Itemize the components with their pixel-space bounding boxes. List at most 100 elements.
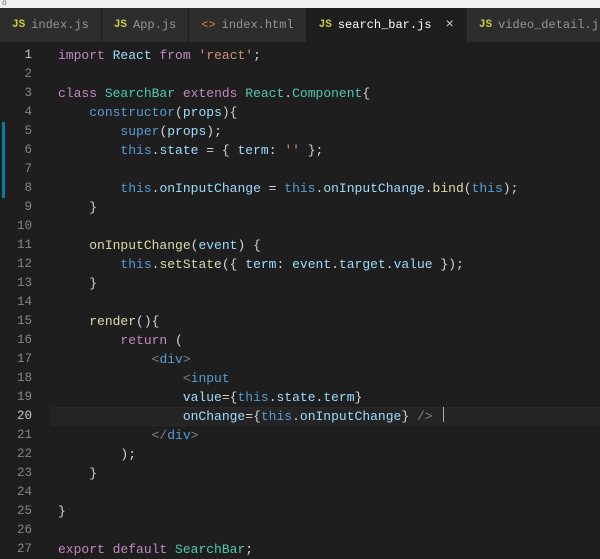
token: .	[284, 86, 292, 101]
token: ;	[245, 542, 253, 557]
code-line[interactable]: onInputChange(event) {	[58, 236, 600, 255]
code-line[interactable]	[58, 160, 600, 179]
token: }	[58, 466, 97, 481]
token: .	[292, 409, 300, 424]
tab-App-js[interactable]: JSApp.js	[102, 8, 189, 42]
code-line[interactable]: </div>	[58, 426, 600, 445]
code-line[interactable]: constructor(props){	[58, 103, 600, 122]
code-line[interactable]: }	[58, 502, 600, 521]
token	[105, 48, 113, 63]
token: </	[152, 428, 168, 443]
token: .	[386, 257, 394, 272]
token: state	[159, 143, 198, 158]
tab-bar: JSindex.jsJSApp.js<>index.htmlJSsearch_b…	[0, 8, 600, 42]
line-number: 4	[0, 103, 32, 122]
token: = {	[198, 143, 237, 158]
code-line[interactable]: import React from 'react';	[58, 46, 600, 65]
token: class	[58, 86, 97, 101]
token: term	[323, 390, 354, 405]
token: .	[331, 257, 339, 272]
token	[58, 105, 89, 120]
tab-label: App.js	[133, 18, 176, 32]
token	[284, 257, 292, 272]
close-icon[interactable]: ×	[445, 18, 453, 32]
token: Component	[292, 86, 362, 101]
token: div	[159, 352, 182, 367]
token: onChange	[183, 409, 245, 424]
token: SearchBar	[105, 86, 175, 101]
line-number: 26	[0, 521, 32, 540]
code-line[interactable]: export default SearchBar;	[58, 540, 600, 559]
token	[58, 181, 120, 196]
line-number: 15	[0, 312, 32, 331]
text-cursor	[443, 407, 444, 422]
token: ;	[253, 48, 261, 63]
tab-index-html[interactable]: <>index.html	[189, 8, 306, 42]
token	[175, 86, 183, 101]
line-number: 16	[0, 331, 32, 350]
token	[409, 409, 417, 424]
token: this	[261, 409, 292, 424]
code-line[interactable]: this.state = { term: '' };	[58, 141, 600, 160]
tab-label: index.js	[31, 18, 89, 32]
token: extends	[183, 86, 238, 101]
token: .	[425, 181, 433, 196]
code-line[interactable]	[58, 483, 600, 502]
line-number: 13	[0, 274, 32, 293]
token: React	[113, 48, 152, 63]
token: this	[120, 143, 151, 158]
token: />	[417, 409, 433, 424]
token: term	[245, 257, 276, 272]
line-number: 23	[0, 464, 32, 483]
line-number-gutter: 1234567891011121314151617181920212223242…	[0, 42, 50, 547]
token: :	[269, 143, 277, 158]
token	[58, 314, 89, 329]
token: event	[198, 238, 237, 253]
code-line[interactable]: super(props);	[58, 122, 600, 141]
token: this	[237, 390, 268, 405]
line-number: 25	[0, 502, 32, 521]
token: return	[120, 333, 167, 348]
token: =	[245, 409, 253, 424]
token: );	[206, 124, 222, 139]
token: =	[222, 390, 230, 405]
token: value	[183, 390, 222, 405]
line-number: 10	[0, 217, 32, 236]
code-line[interactable]	[58, 65, 600, 84]
code-editor[interactable]: 1234567891011121314151617181920212223242…	[0, 42, 600, 547]
code-line[interactable]	[58, 293, 600, 312]
token: }	[355, 390, 363, 405]
line-number: 2	[0, 65, 32, 84]
tab-label: video_detail.js	[498, 18, 600, 32]
code-area[interactable]: import React from 'react'; class SearchB…	[50, 42, 600, 547]
code-line[interactable]: );	[58, 445, 600, 464]
code-line[interactable]: onChange={this.onInputChange} />	[58, 407, 600, 426]
code-line[interactable]: this.onInputChange = this.onInputChange.…	[58, 179, 600, 198]
token: });	[433, 257, 464, 272]
tab-index-js[interactable]: JSindex.js	[0, 8, 102, 42]
token: onInputChange	[89, 238, 190, 253]
line-number: 22	[0, 445, 32, 464]
code-line[interactable]: }	[58, 274, 600, 293]
tab-search_bar-js[interactable]: JSsearch_bar.js×	[307, 8, 467, 42]
token: this	[120, 257, 151, 272]
tab-video_detail-js[interactable]: JSvideo_detail.js	[467, 8, 600, 42]
code-line[interactable]: render(){	[58, 312, 600, 331]
code-line[interactable]: <input	[58, 369, 600, 388]
code-line[interactable]: }	[58, 464, 600, 483]
code-line[interactable]: value={this.state.term}	[58, 388, 600, 407]
code-line[interactable]: return (	[58, 331, 600, 350]
token: ({	[222, 257, 245, 272]
token: super	[120, 124, 159, 139]
token: React	[245, 86, 284, 101]
code-line[interactable]: class SearchBar extends React.Component{	[58, 84, 600, 103]
code-line[interactable]	[58, 521, 600, 540]
modified-indicator	[2, 122, 5, 198]
code-line[interactable]: <div>	[58, 350, 600, 369]
line-number: 14	[0, 293, 32, 312]
code-line[interactable]: this.setState({ term: event.target.value…	[58, 255, 600, 274]
token: SearchBar	[175, 542, 245, 557]
code-line[interactable]: }	[58, 198, 600, 217]
code-line[interactable]	[58, 217, 600, 236]
token: input	[191, 371, 230, 386]
